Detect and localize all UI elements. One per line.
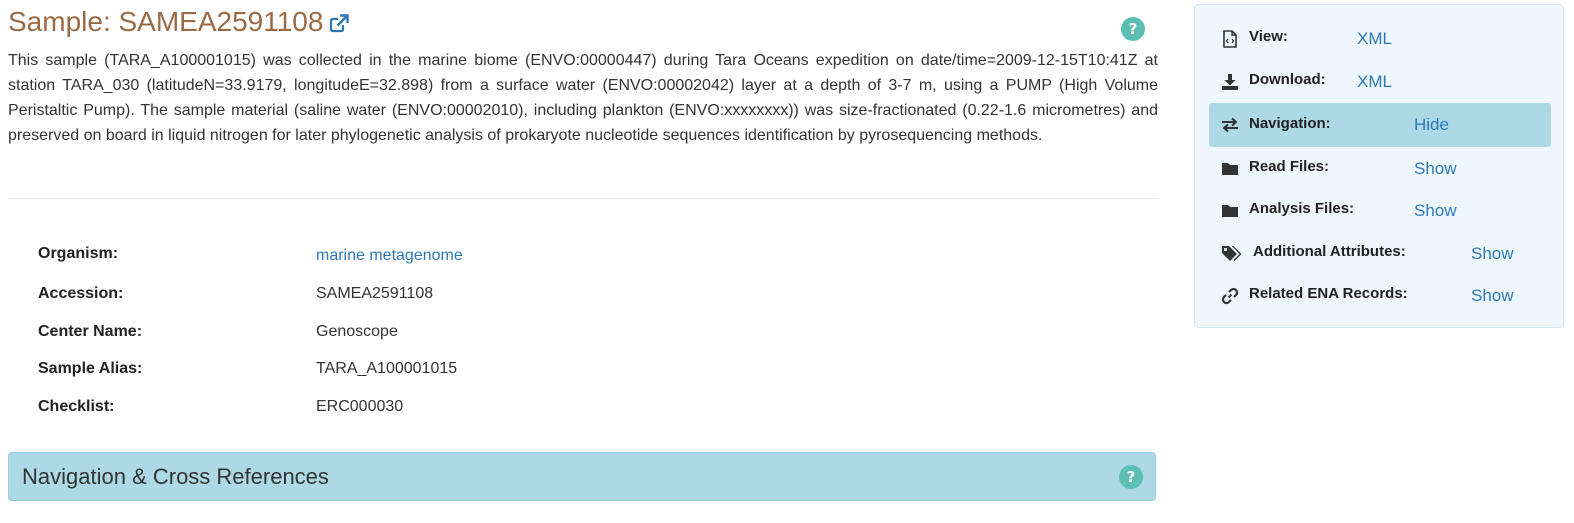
panel-row-download: Download: XML xyxy=(1209,61,1551,101)
panel-row-analysis-files: Analysis Files: Show xyxy=(1209,190,1551,230)
external-link-icon[interactable] xyxy=(329,14,350,34)
panel-row-related-ena-records: Related ENA Records: Show xyxy=(1209,275,1551,315)
attribute-label: Accession: xyxy=(38,285,124,302)
navigation-hide-link[interactable]: Hide xyxy=(1414,115,1449,135)
help-icon[interactable]: ? xyxy=(1121,17,1145,41)
folder-icon xyxy=(1221,202,1239,220)
organism-link[interactable]: marine metagenome xyxy=(316,247,463,265)
related-ena-records-show-link[interactable]: Show xyxy=(1471,286,1514,306)
title-row: Sample: SAMEA2591108 xyxy=(8,4,350,40)
folder-icon xyxy=(1221,160,1239,178)
side-panel: View: XML Download: XML Navigation: Hide xyxy=(1194,4,1564,328)
view-xml-link[interactable]: XML xyxy=(1357,29,1392,49)
attribute-label: Center Name: xyxy=(38,323,143,340)
attribute-label: Checklist: xyxy=(38,398,115,415)
attribute-value: TARA_A100001015 xyxy=(316,360,458,377)
exchange-icon xyxy=(1221,116,1239,134)
panel-label: Navigation: xyxy=(1249,115,1331,132)
panel-label: Download: xyxy=(1249,71,1326,88)
attribute-value: ERC000030 xyxy=(316,398,404,415)
panel-label: Read Files: xyxy=(1249,158,1330,175)
attribute-label: Sample Alias: xyxy=(38,360,143,377)
panel-row-additional-attributes: Additional Attributes: Show xyxy=(1209,233,1551,273)
download-xml-link[interactable]: XML xyxy=(1357,72,1392,92)
attribute-value: Genoscope xyxy=(316,323,398,340)
navigation-cross-references-header[interactable]: Navigation & Cross References ? xyxy=(8,452,1156,501)
additional-attributes-show-link[interactable]: Show xyxy=(1471,244,1514,264)
attribute-label: Organism: xyxy=(38,245,119,262)
analysis-files-show-link[interactable]: Show xyxy=(1414,201,1457,221)
sample-description: This sample (TARA_A100001015) was collec… xyxy=(8,52,1158,144)
link-icon xyxy=(1221,287,1239,305)
panel-row-read-files: Read Files: Show xyxy=(1209,148,1551,188)
tags-icon xyxy=(1221,245,1243,263)
panel-label: View: xyxy=(1249,28,1288,45)
attribute-value: SAMEA2591108 xyxy=(316,285,434,302)
file-code-icon xyxy=(1221,30,1239,48)
panel-label: Related ENA Records: xyxy=(1249,285,1408,302)
read-files-show-link[interactable]: Show xyxy=(1414,159,1457,179)
panel-label: Additional Attributes: xyxy=(1253,243,1406,260)
help-icon[interactable]: ? xyxy=(1119,465,1143,489)
section-title: Navigation & Cross References xyxy=(22,464,329,489)
download-icon xyxy=(1221,73,1239,91)
panel-row-view: View: XML xyxy=(1209,18,1551,58)
divider xyxy=(8,198,1158,199)
page-title: Sample: SAMEA2591108 xyxy=(8,6,324,37)
panel-label: Analysis Files: xyxy=(1249,200,1355,217)
panel-row-navigation: Navigation: Hide xyxy=(1209,103,1551,147)
